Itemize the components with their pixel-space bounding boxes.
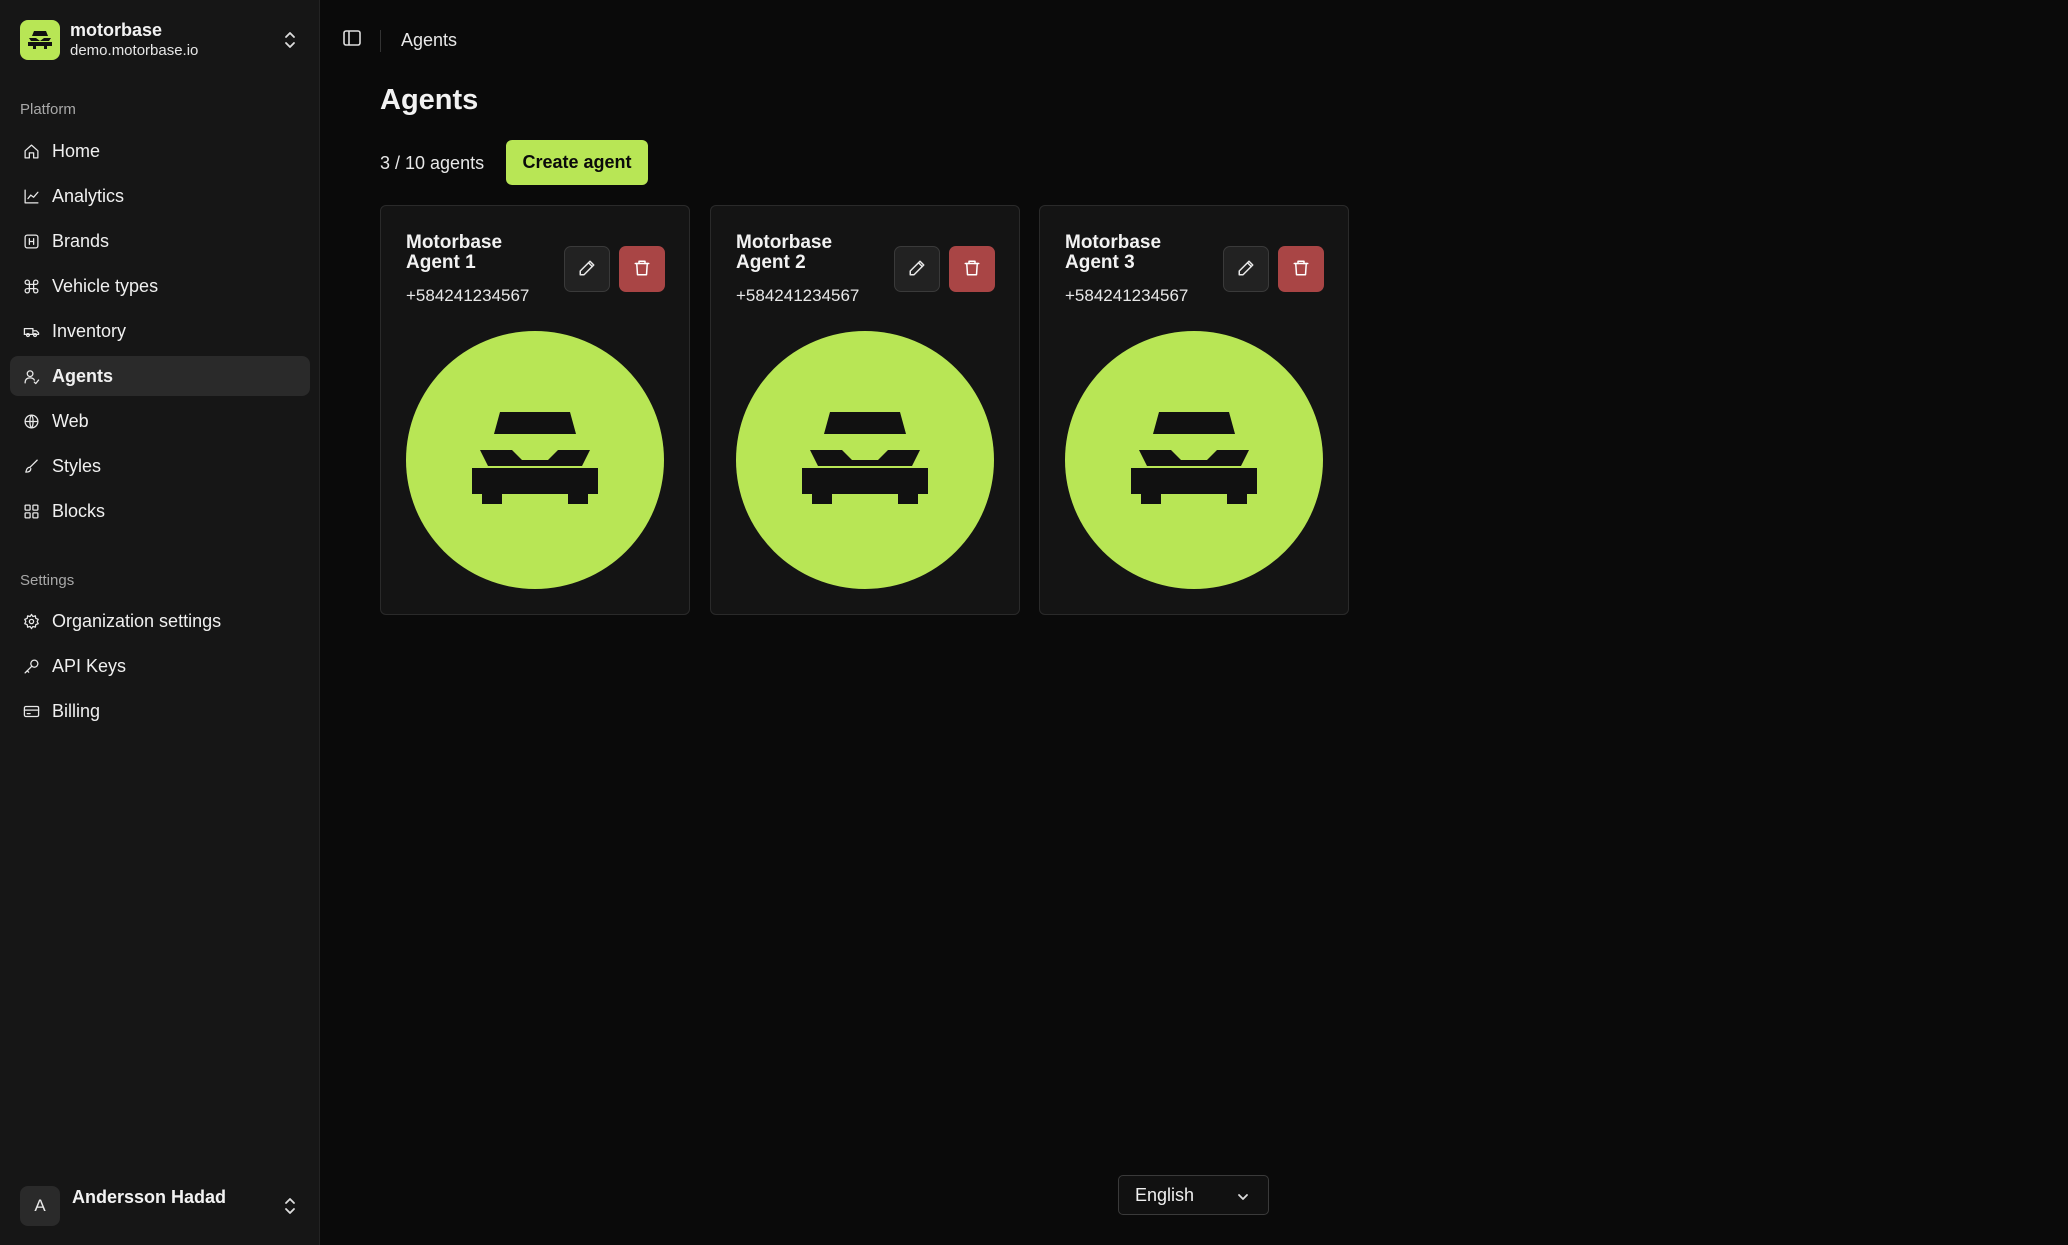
globe-icon <box>22 412 40 430</box>
agent-phone: +584241234567 <box>1065 286 1189 305</box>
pencil-icon <box>578 259 596 280</box>
sidebar-item-label: Web <box>52 410 89 431</box>
user-switcher[interactable]: A Andersson Hadad <box>10 1180 310 1232</box>
page-title: Agents <box>380 84 479 116</box>
sidebar-item-brands[interactable]: Brands <box>10 221 310 261</box>
key-icon <box>22 657 40 675</box>
edit-agent-button[interactable] <box>894 246 940 292</box>
sidebar-item-label: Inventory <box>52 320 127 341</box>
sidebar-item-billing[interactable]: Billing <box>10 691 310 731</box>
pencil-icon <box>908 259 926 280</box>
settings-nav: Organization settings API Keys Billing <box>10 601 310 736</box>
sidebar-toggle-icon <box>342 28 362 53</box>
delete-agent-button[interactable] <box>619 246 665 292</box>
user-name: Andersson Hadad <box>72 1186 227 1207</box>
avatar: A <box>20 1186 60 1226</box>
agent-avatar <box>736 331 994 589</box>
sidebar-item-vehicle-types[interactable]: Vehicle types <box>10 266 310 306</box>
agent-count: 3 / 10 agents <box>380 153 485 173</box>
agent-phone: +584241234567 <box>406 286 530 305</box>
sidebar-item-label: API Keys <box>52 655 127 676</box>
truck-icon <box>22 322 40 340</box>
sidebar-item-web[interactable]: Web <box>10 401 310 441</box>
sidebar-toggle-button[interactable] <box>338 26 366 54</box>
sidebar-item-agents[interactable]: Agents <box>10 356 310 396</box>
trash-icon <box>963 259 981 280</box>
language-select-value: English <box>1135 1184 1195 1205</box>
car-icon <box>1131 411 1257 509</box>
chevron-down-icon <box>1236 1188 1250 1209</box>
org-switcher[interactable]: motorbase demo.motorbase.io <box>10 12 310 68</box>
command-icon <box>22 277 40 295</box>
agent-name: Motorbase Agent 3 <box>1065 232 1162 273</box>
sidebar-item-label: Analytics <box>52 185 125 206</box>
chevron-up-down-icon <box>280 30 300 50</box>
blocks-icon <box>22 502 40 520</box>
org-domain: demo.motorbase.io <box>70 42 199 59</box>
car-logo-icon <box>20 20 60 60</box>
sidebar-item-label: Home <box>52 140 101 161</box>
brand-icon <box>22 232 40 250</box>
create-agent-button[interactable]: Create agent <box>506 140 648 185</box>
sidebar-item-label: Brands <box>52 230 110 251</box>
trash-icon <box>633 259 651 280</box>
edit-agent-button[interactable] <box>564 246 610 292</box>
delete-agent-button[interactable] <box>949 246 995 292</box>
delete-agent-button[interactable] <box>1278 246 1324 292</box>
car-icon <box>472 411 598 509</box>
chart-line-icon <box>22 187 40 205</box>
gear-icon <box>22 612 40 630</box>
sidebar-item-label: Blocks <box>52 500 106 521</box>
sidebar-item-label: Vehicle types <box>52 275 159 296</box>
brush-icon <box>22 457 40 475</box>
section-label-settings: Settings <box>20 572 75 589</box>
section-label-platform: Platform <box>20 101 76 118</box>
sidebar-item-analytics[interactable]: Analytics <box>10 176 310 216</box>
agent-avatar <box>406 331 664 589</box>
sidebar-item-label: Agents <box>52 365 114 386</box>
pencil-icon <box>1237 259 1255 280</box>
home-icon <box>22 142 40 160</box>
agent-card: Motorbase Agent 3 +584241234567 <box>1039 205 1349 615</box>
sidebar-item-label: Styles <box>52 455 102 476</box>
trash-icon <box>1292 259 1310 280</box>
agent-name: Motorbase Agent 2 <box>736 232 833 273</box>
header-divider <box>380 30 381 52</box>
agent-card: Motorbase Agent 1 +584241234567 <box>380 205 690 615</box>
car-icon <box>802 411 928 509</box>
sidebar-item-api-keys[interactable]: API Keys <box>10 646 310 686</box>
sidebar-item-styles[interactable]: Styles <box>10 446 310 486</box>
sidebar-item-label: Billing <box>52 700 101 721</box>
sidebar-item-home[interactable]: Home <box>10 131 310 171</box>
breadcrumb: Agents <box>401 30 458 50</box>
language-select[interactable]: English <box>1118 1175 1269 1215</box>
sidebar-item-inventory[interactable]: Inventory <box>10 311 310 351</box>
credit-card-icon <box>22 702 40 720</box>
agent-card: Motorbase Agent 2 +584241234567 <box>710 205 1020 615</box>
agent-phone: +584241234567 <box>736 286 860 305</box>
org-name: motorbase <box>70 20 163 40</box>
sidebar-item-blocks[interactable]: Blocks <box>10 491 310 531</box>
edit-agent-button[interactable] <box>1223 246 1269 292</box>
sidebar-item-label: Organization settings <box>52 610 222 631</box>
agent-avatar <box>1065 331 1323 589</box>
platform-nav: Home Analytics Brands Vehicle types Inve… <box>10 131 310 536</box>
user-icon <box>22 367 40 385</box>
agent-name: Motorbase Agent 1 <box>406 232 503 273</box>
chevron-up-down-icon <box>280 1196 300 1216</box>
sidebar-item-organization-settings[interactable]: Organization settings <box>10 601 310 641</box>
sidebar: motorbase demo.motorbase.io Platform Hom… <box>0 0 320 1245</box>
